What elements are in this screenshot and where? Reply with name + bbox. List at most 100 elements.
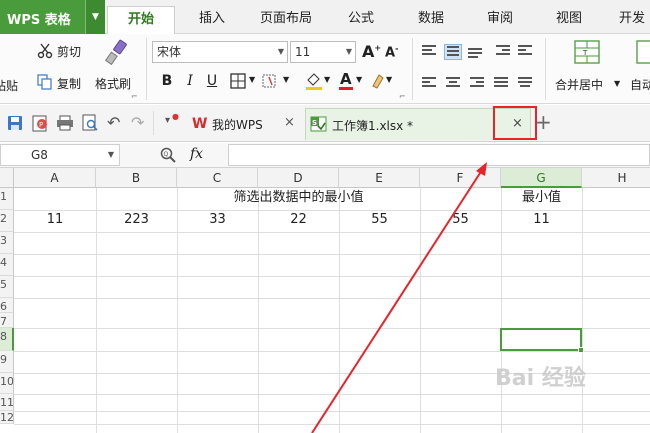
chevron-down-icon[interactable]: ▼ [85, 0, 105, 34]
insert-function-button[interactable]: fx [190, 146, 203, 162]
column-header-a[interactable]: A [14, 168, 96, 188]
print-icon[interactable] [56, 115, 74, 134]
tab-review[interactable]: 审阅 [487, 0, 513, 34]
bold-button[interactable]: B [157, 71, 177, 91]
row-header[interactable]: 2 [0, 210, 14, 232]
cell-c2[interactable]: 33 [177, 210, 258, 230]
tab-data[interactable]: 数据 [418, 0, 444, 34]
cell-g2[interactable]: 11 [501, 210, 582, 230]
tab-insert[interactable]: 插入 [199, 0, 225, 34]
column-header-f[interactable]: F [420, 168, 501, 188]
column-header-e[interactable]: E [339, 168, 420, 188]
customize-quick-access-icon[interactable]: ▾ [165, 115, 170, 126]
row-header[interactable]: 9 [0, 351, 14, 373]
align-top-icon[interactable] [422, 45, 436, 57]
auto-wrap-button[interactable]: 自动 [630, 76, 650, 93]
clear-format-icon[interactable] [369, 72, 385, 93]
cell-d2[interactable]: 22 [258, 210, 339, 230]
tab-formulas[interactable]: 公式 [348, 0, 374, 34]
increase-font-icon[interactable]: A+ [362, 42, 381, 61]
font-size-value: 11 [295, 45, 311, 59]
save-icon[interactable] [7, 115, 23, 134]
new-tab-icon[interactable]: + [535, 110, 552, 134]
doc-tab-my-wps[interactable]: W 我的WPS × [186, 108, 304, 140]
format-painter-icon[interactable] [104, 39, 130, 70]
row-header[interactable]: 5 [0, 276, 14, 298]
cut-button[interactable]: 剪切 [57, 43, 81, 60]
row-header[interactable]: 6 [0, 298, 14, 313]
dialog-launcher-icon[interactable]: ⌐ [399, 92, 406, 101]
chevron-down-icon[interactable]: ▼ [324, 75, 330, 84]
min-header-cell[interactable]: 最小值 [501, 188, 582, 208]
chevron-down-icon[interactable]: ▼ [614, 79, 620, 88]
divider [146, 38, 147, 100]
align-right-icon[interactable] [470, 77, 484, 89]
font-color-icon[interactable]: A [337, 70, 355, 94]
dialog-launcher-icon[interactable]: ⌐ [131, 92, 138, 101]
cell-a2[interactable]: 11 [14, 210, 96, 230]
row-header[interactable]: 10 [0, 373, 14, 394]
distributed-align-icon[interactable] [518, 77, 532, 89]
merge-cells-icon[interactable]: T [574, 40, 600, 67]
column-header-d[interactable]: D [258, 168, 339, 188]
worksheet-grid[interactable]: A B C D E F G H 1 2 3 4 5 6 7 8 9 10 11 … [0, 168, 650, 433]
row-header[interactable]: 11 [0, 394, 14, 411]
name-box[interactable]: G8 ▼ [0, 144, 120, 166]
cell-b2[interactable]: 223 [96, 210, 177, 230]
tab-home[interactable]: 开始 [107, 6, 175, 35]
font-settings-icon[interactable] [262, 73, 280, 92]
merged-header-cell[interactable]: 筛选出数据中的最小值 [96, 188, 501, 208]
decrease-font-icon[interactable]: A- [385, 44, 398, 60]
column-header-g[interactable]: G [501, 168, 582, 188]
border-icon[interactable] [230, 73, 246, 92]
italic-button[interactable]: I [180, 71, 200, 91]
chevron-down-icon[interactable]: ▼ [386, 75, 392, 84]
close-icon[interactable]: × [284, 115, 295, 130]
row-header[interactable]: 7 [0, 313, 14, 328]
row-header[interactable]: 4 [0, 254, 14, 276]
align-center-icon[interactable] [446, 77, 460, 89]
cell-f2[interactable]: 55 [420, 210, 501, 230]
formula-input[interactable] [228, 144, 650, 166]
fill-color-icon[interactable] [304, 71, 324, 94]
format-painter-button[interactable]: 格式刷 [95, 75, 131, 92]
undo-icon[interactable]: ↶ [107, 113, 120, 132]
tab-view[interactable]: 视图 [556, 0, 582, 34]
font-name-select[interactable]: 宋体 ▼ [152, 41, 288, 63]
row-header[interactable]: 1 [0, 188, 14, 210]
tab-page-layout[interactable]: 页面布局 [260, 0, 312, 34]
align-middle-icon[interactable] [444, 44, 462, 60]
select-all-corner[interactable] [0, 168, 14, 188]
chevron-down-icon[interactable]: ▼ [108, 145, 114, 165]
print-preview-icon[interactable] [82, 114, 99, 135]
copy-button[interactable]: 复制 [57, 75, 81, 92]
menu-bar: WPS 表格 ▼ 开始 插入 页面布局 公式 数据 审阅 视图 开发工 [0, 0, 650, 64]
paste-button[interactable]: 粘贴 [0, 77, 18, 94]
row-header[interactable]: 3 [0, 232, 14, 254]
column-header-b[interactable]: B [96, 168, 177, 188]
merge-center-button[interactable]: 合并居中 [555, 76, 603, 93]
selected-cell-g8[interactable] [500, 328, 584, 353]
app-menu-button[interactable]: WPS 表格 ▼ [0, 0, 105, 34]
cell-e2[interactable]: 55 [339, 210, 420, 230]
font-size-select[interactable]: 11 ▼ [290, 41, 356, 63]
align-bottom-icon[interactable] [468, 48, 482, 60]
increase-indent-icon[interactable] [518, 45, 532, 57]
redo-icon[interactable]: ↷ [131, 113, 144, 132]
column-header-h[interactable]: H [582, 168, 650, 188]
wrap-text-icon[interactable] [636, 40, 650, 67]
row-header[interactable]: 12 [0, 411, 14, 424]
align-left-icon[interactable] [422, 77, 436, 89]
chevron-down-icon[interactable]: ▼ [283, 75, 289, 84]
row-header-selected[interactable]: 8 [0, 328, 14, 351]
decrease-indent-icon[interactable] [496, 45, 510, 57]
zoom-icon[interactable]: Q [160, 147, 176, 166]
chevron-down-icon[interactable]: ▼ [249, 75, 255, 84]
tab-developer[interactable]: 开发工 [619, 0, 650, 64]
export-pdf-icon[interactable]: P [31, 115, 49, 135]
underline-button[interactable]: U [202, 71, 222, 91]
justify-icon[interactable] [494, 77, 508, 89]
column-header-c[interactable]: C [177, 168, 258, 188]
fill-handle[interactable] [578, 347, 584, 353]
chevron-down-icon[interactable]: ▼ [356, 75, 362, 84]
